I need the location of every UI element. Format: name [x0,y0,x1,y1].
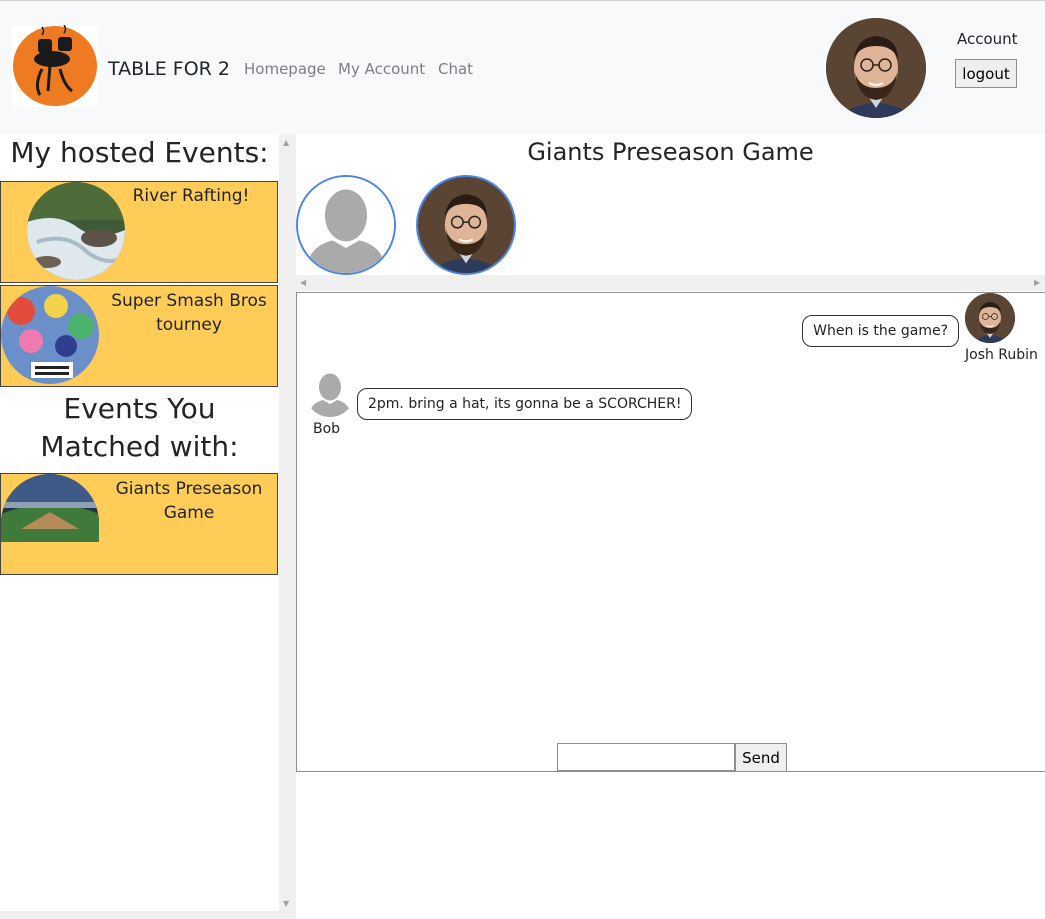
nav-my-account-link[interactable]: My Account [338,60,425,78]
event-card-river-rafting[interactable]: River Rafting! [0,181,278,283]
message-avatar-bob [305,367,355,417]
participant-avatar-josh[interactable] [416,175,516,275]
brand-logo[interactable] [12,24,98,107]
logout-button[interactable]: logout [955,59,1017,88]
navbar: TABLE FOR 2 Homepage My Account Chat Acc… [0,1,1045,134]
user-avatar[interactable] [826,18,926,118]
message-bubble: When is the game? [802,315,959,347]
participant-avatar-bob[interactable] [296,175,396,275]
chat-messages-box: When is the game? Josh Rubin Bob 2pm. br… [296,292,1045,772]
participants-scrollbar[interactable]: ◀ ▶ [296,275,1045,291]
account-label[interactable]: Account [957,30,1018,48]
brand-name[interactable]: TABLE FOR 2 [108,58,230,80]
message-avatar-josh [965,293,1015,343]
event-title: Super Smash Bros tourney [111,291,267,335]
chat-title: Giants Preseason Game [527,138,814,166]
giants-game-thumbnail [1,474,99,542]
scroll-left-arrow-icon[interactable]: ◀ [300,278,306,287]
nav-chat-link[interactable]: Chat [438,60,473,78]
send-button[interactable]: Send [735,743,787,772]
chat-panel: Giants Preseason Game ◀ ▶ When is the ga… [296,134,1045,919]
scroll-up-arrow-icon[interactable]: ▲ [283,138,289,147]
smash-bros-thumbnail [1,286,99,384]
message-author: Josh Rubin [965,347,1038,363]
event-title: River Rafting! [132,186,250,206]
scroll-down-arrow-icon[interactable]: ▼ [283,899,289,908]
hosted-events-heading: My hosted Events: [10,136,269,169]
nav-homepage-link[interactable]: Homepage [244,60,326,78]
message-author: Bob [313,421,341,437]
event-card-giants[interactable]: Giants Preseason Game [0,473,278,575]
matched-events-heading: Events You Matched with: [40,392,239,463]
scroll-right-arrow-icon[interactable]: ▶ [1034,278,1040,287]
chat-message-input[interactable] [557,743,735,771]
event-title: Giants Preseason Game [115,479,263,523]
message-bubble: 2pm. bring a hat, its gonna be a SCORCHE… [357,388,693,420]
event-sidebar: My hosted Events: River Rafting! Super S… [0,134,279,919]
sidebar-scrollbar[interactable]: ▲ ▼ [279,134,296,919]
event-card-smash-bros[interactable]: Super Smash Bros tourney [0,285,278,387]
sidebar-horizontal-scrollbar[interactable] [0,911,279,919]
